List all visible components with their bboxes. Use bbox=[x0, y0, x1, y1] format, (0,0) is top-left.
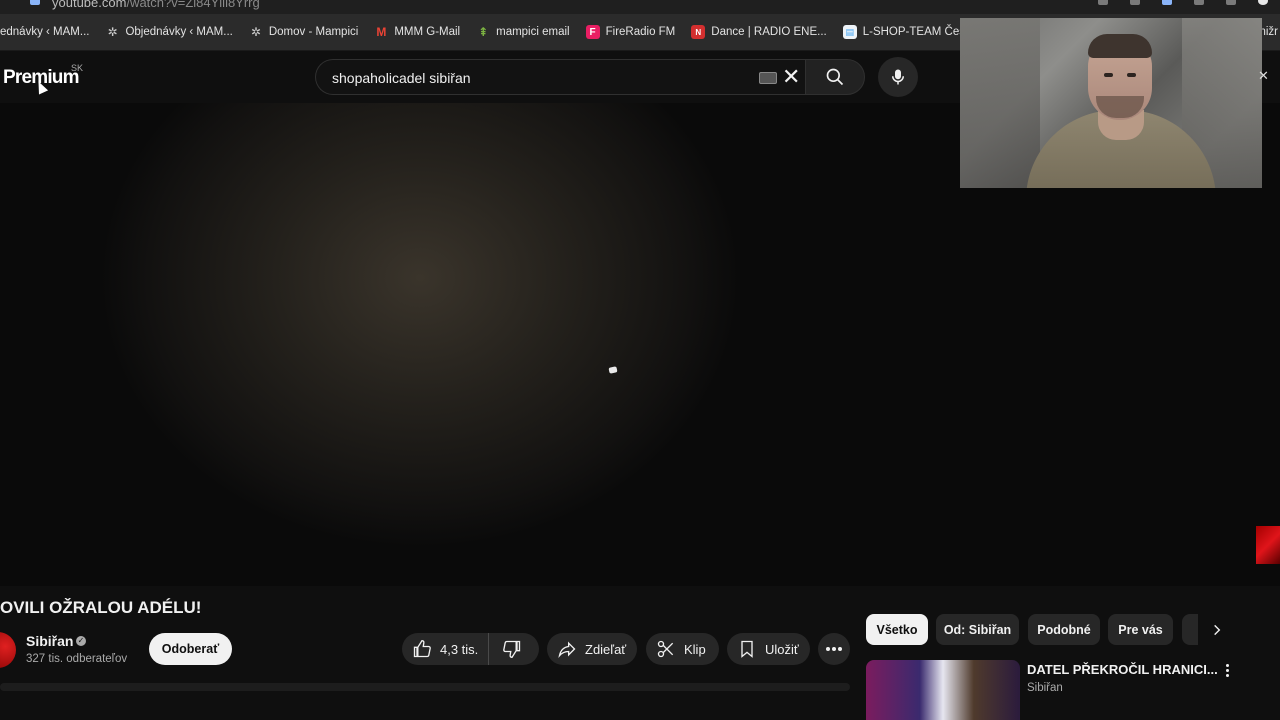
search-box: ✕ bbox=[315, 59, 805, 96]
channel-name[interactable]: Sibiřan bbox=[26, 633, 73, 649]
bookmark-label: FireRadio FM bbox=[605, 26, 676, 38]
dislike-button[interactable] bbox=[489, 633, 535, 665]
chip-overflow[interactable] bbox=[1182, 614, 1198, 645]
chip-all[interactable]: Všetko bbox=[866, 614, 928, 645]
bookmark-label: mampici email bbox=[496, 26, 570, 38]
logo-region-label: SK bbox=[71, 63, 84, 73]
url-text[interactable]: youtube.com/watch?v=Zl84Ylll8Yrrg bbox=[52, 0, 260, 10]
like-dislike-group: 4,3 tis. bbox=[402, 633, 539, 665]
gear-icon: ✲ bbox=[107, 25, 118, 39]
browser-address-bar[interactable]: youtube.com/watch?v=Zl84Ylll8Yrrg bbox=[0, 0, 1280, 14]
bookmark-label: ednávky ‹ MAM... bbox=[0, 26, 90, 38]
chip-similar[interactable]: Podobné bbox=[1028, 614, 1100, 645]
share-label: Zdieľať bbox=[585, 641, 627, 657]
save-label: Uložiť bbox=[765, 641, 799, 657]
webcam-person-eye bbox=[1127, 73, 1136, 77]
subscriber-count: 327 tis. odberateľov bbox=[26, 653, 128, 665]
thumbs-down-icon bbox=[503, 640, 521, 659]
bookmark-item[interactable]: ✲ Domov - Mampici bbox=[241, 19, 366, 45]
bookmark-icon bbox=[741, 640, 753, 658]
share-button[interactable]: Zdieľať bbox=[547, 633, 637, 665]
bookmark-label: Objednávky ‹ MAM... bbox=[125, 26, 233, 38]
leaf-icon: ⇞ bbox=[478, 25, 489, 39]
bookmark-item[interactable]: M MMM G-Mail bbox=[366, 19, 468, 45]
sidepanel-icon[interactable] bbox=[1194, 0, 1204, 5]
bookmark-item[interactable]: ✲ Objednávky ‹ MAM... bbox=[97, 19, 240, 45]
fireradio-icon: F bbox=[585, 25, 600, 39]
extension-icon[interactable] bbox=[1162, 0, 1172, 5]
bookmark-label: Domov - Mampici bbox=[268, 26, 359, 38]
webcam-person-eye bbox=[1104, 73, 1113, 77]
more-horizontal-icon bbox=[826, 647, 842, 651]
shop-icon: ▤ bbox=[842, 25, 857, 39]
search-input[interactable] bbox=[330, 60, 734, 96]
save-button[interactable]: Uložiť bbox=[727, 633, 810, 665]
close-icon[interactable]: ✕ bbox=[782, 65, 800, 89]
like-count: 4,3 tis. bbox=[440, 641, 479, 657]
share-icon bbox=[558, 641, 576, 659]
bookmark-label: Dance | RADIO ENE... bbox=[711, 26, 827, 38]
scissors-icon bbox=[657, 640, 674, 658]
webcam-overlay bbox=[960, 18, 1262, 188]
video-title: OVILI OŽRALOU ADÉLU! bbox=[0, 598, 202, 617]
url-host: youtube.com bbox=[52, 0, 127, 10]
cast-icon[interactable] bbox=[1098, 0, 1108, 5]
video-frame-highlight bbox=[608, 366, 618, 374]
search-icon bbox=[826, 68, 844, 86]
star-icon[interactable] bbox=[1130, 0, 1140, 5]
bookmark-item[interactable]: ednávky ‹ MAM... bbox=[0, 19, 97, 45]
webcam-person-hair bbox=[1088, 34, 1152, 58]
chip-from-channel[interactable]: Od: Sibiřan bbox=[936, 614, 1019, 645]
thumbs-up-icon bbox=[413, 639, 431, 658]
clip-button[interactable]: Klip bbox=[646, 633, 719, 665]
keyboard-icon[interactable] bbox=[759, 72, 777, 84]
recommendation-channel[interactable]: Sibiřan bbox=[1027, 682, 1063, 694]
recommendation-title[interactable]: DATEL PŘEKROČIL HRANICI... bbox=[1027, 662, 1218, 677]
description-box-edge[interactable] bbox=[0, 683, 850, 691]
clip-label: Klip bbox=[684, 641, 706, 657]
chip-for-you[interactable]: Pre vás bbox=[1108, 614, 1173, 645]
download-icon[interactable] bbox=[1226, 0, 1236, 5]
video-edge-thumbnail bbox=[1256, 526, 1280, 564]
verified-icon: ✓ bbox=[76, 636, 86, 646]
site-info-icon[interactable] bbox=[30, 0, 40, 5]
like-button[interactable]: 4,3 tis. bbox=[402, 633, 490, 665]
channel-avatar[interactable] bbox=[0, 632, 16, 668]
microphone-icon bbox=[892, 69, 904, 85]
profile-avatar[interactable] bbox=[1258, 0, 1268, 5]
more-actions-button[interactable] bbox=[818, 633, 850, 665]
more-vertical-icon[interactable] bbox=[1220, 662, 1234, 684]
webcam-background-left bbox=[960, 18, 1040, 188]
voice-search-button[interactable] bbox=[878, 57, 918, 97]
recommendation-thumbnail[interactable] bbox=[866, 660, 1020, 720]
gear-icon: ✲ bbox=[250, 25, 261, 39]
close-icon[interactable]: ✕ bbox=[1258, 68, 1269, 84]
search-button[interactable] bbox=[805, 59, 865, 95]
bookmark-label: MMM G-Mail bbox=[394, 26, 461, 38]
bookmark-item[interactable]: F FireRadio FM bbox=[578, 19, 684, 45]
bookmark-item[interactable]: N Dance | RADIO ENE... bbox=[683, 19, 834, 45]
bookmark-item[interactable]: ⇞ mampici email bbox=[468, 19, 578, 45]
url-path: /watch?v=Zl84Ylll8Yrrg bbox=[126, 0, 260, 10]
gmail-icon: M bbox=[376, 25, 387, 39]
energy-icon: N bbox=[691, 25, 706, 39]
browser-toolbar-icons bbox=[1098, 0, 1268, 5]
chevron-right-icon[interactable] bbox=[1204, 617, 1230, 643]
subscribe-button[interactable]: Odoberať bbox=[149, 633, 232, 665]
